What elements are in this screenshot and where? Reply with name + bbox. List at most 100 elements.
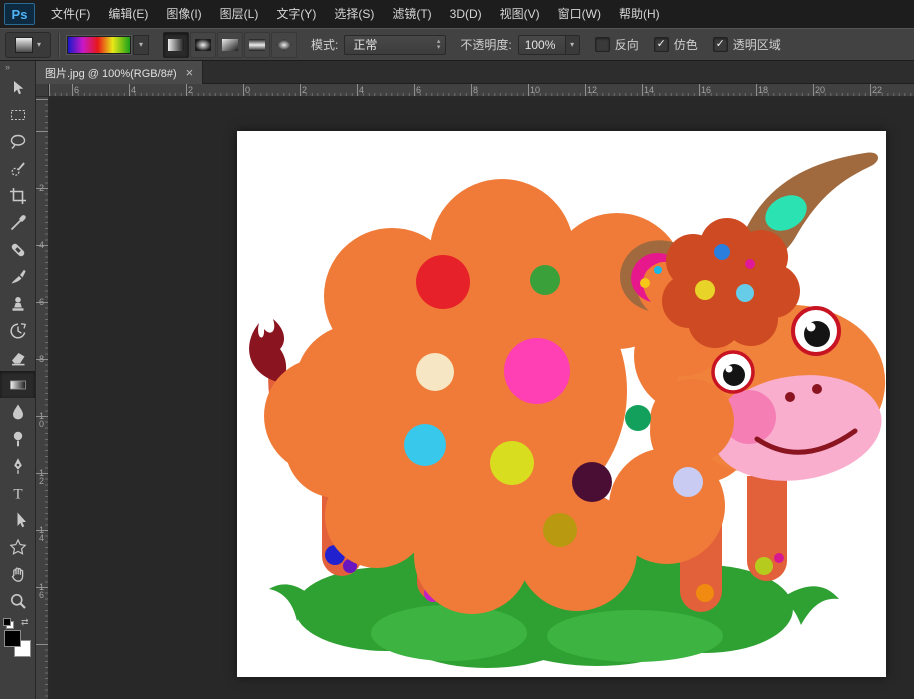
canvas-image[interactable] [237,131,886,677]
lasso-tool-icon [10,134,25,149]
path-selection-tool[interactable] [0,506,35,533]
checkbox-label: 透明区域 [732,38,781,52]
hand-tool[interactable] [0,560,35,587]
polka-dot [504,338,570,404]
checkbox-label: 反向 [614,38,639,52]
menu-item[interactable]: 编辑(E) [99,0,157,28]
linear-gradient-button[interactable] [163,31,189,58]
ruler-label: 2 [302,85,308,95]
horizontal-ruler[interactable]: 6 4 2 0 2 4 6 8 10 12 14 16 18 20 22 [36,84,914,97]
foreground-color-swatch[interactable] [4,630,21,647]
custom-shape-tool[interactable] [0,533,35,560]
gradient-preview[interactable] [66,34,132,55]
zoom-tool-icon [10,593,26,609]
opacity-dropdown-arrow[interactable]: ▾ [565,34,580,55]
ruler-label: 22 [872,85,883,95]
clone-stamp-tool-icon [12,296,23,311]
checkbox-option[interactable]: ✓ 仿色 [653,36,698,53]
history-brush-tool[interactable] [0,317,35,344]
polka-dot [755,557,773,575]
polka-dot [530,265,560,295]
rectangular-marquee-tool[interactable] [0,101,35,128]
ruler-label: 4 [359,85,365,95]
menu-item[interactable]: 视图(V) [491,0,549,28]
zoom-tool[interactable] [0,587,35,614]
artwork-svg [237,131,886,677]
default-colors-icon[interactable] [3,618,14,629]
document-tab-bar: 图片.jpg @ 100%(RGB/8#) × [36,61,914,84]
reflected-gradient-button[interactable] [244,31,270,58]
spot-healing-brush-tool[interactable] [0,236,35,263]
close-icon[interactable]: × [186,66,194,79]
ruler-label: 10 [530,85,541,95]
polka-dot [696,584,714,602]
quick-selection-tool[interactable] [0,155,35,182]
ruler-label: 2 [39,183,45,193]
chevron-down-icon: ▾ [570,39,575,49]
clone-stamp-tool[interactable] [0,290,35,317]
collapse-panel-button[interactable]: » [0,61,35,74]
menu-item[interactable]: 滤镜(T) [383,0,440,28]
menu-item[interactable]: 选择(S) [325,0,383,28]
brush-tool[interactable] [0,263,35,290]
tool-preset-picker[interactable]: ▾ [5,31,51,58]
menu-item[interactable]: 帮助(H) [610,0,669,28]
lasso-tool[interactable] [0,128,35,155]
checkbox-unchecked[interactable] [594,37,610,52]
eyedropper-tool[interactable] [0,209,35,236]
gradient-type-buttons [163,31,297,58]
chevron-down-icon: ▾ [36,39,41,49]
crop-tool-icon [9,187,26,204]
polka-dot [490,441,534,485]
checkbox-option[interactable]: ✓ 透明区域 [712,36,781,53]
gradient-picker[interactable]: ▾ [66,34,149,55]
ruler-label: 6 [74,85,80,95]
gradient-picker-arrow[interactable]: ▾ [133,34,149,55]
menu-item[interactable]: 文件(F) [42,0,99,28]
polka-dot [736,284,754,302]
mode-label: 模式: [311,38,339,52]
blend-mode-dropdown[interactable]: 正常 ▴ ▾ [344,34,447,55]
menu-bar: Ps 文件(F) 编辑(E) 图像(I) 图层(L) 文字(Y) 选择(S) 滤镜(T) 3D… [0,0,914,28]
path-selection-tool-icon [17,512,26,527]
swap-colors-icon[interactable]: ⇄ [21,617,29,628]
options-bar: ▾ ▾ 模式: 正常 ▴ ▾ 不透明度: 100% ▾ 反向 ✓ 仿色 ✓ 透明区域 [0,28,914,61]
ruler-label: 4 [131,85,137,95]
angle-gradient-button[interactable] [217,31,243,58]
dodge-tool[interactable] [0,425,35,452]
ruler-label: 1 0 [39,411,45,429]
history-brush-tool-icon [9,322,26,338]
separator [58,32,60,57]
spinner-arrows-icon: ▴ ▾ [436,37,441,51]
checkbox-checked[interactable]: ✓ [653,37,669,52]
checkbox-option[interactable]: 反向 [594,36,639,53]
blur-tool[interactable] [0,398,35,425]
ruler-label: 4 [39,240,45,250]
menu-item[interactable]: 窗口(W) [549,0,610,28]
type-tool[interactable]: T [0,479,35,506]
pen-tool[interactable] [0,452,35,479]
diamond-gradient-button[interactable] [271,31,297,58]
tools-panel: » T ⇄ [0,61,36,699]
eyedropper-tool-icon [10,214,26,230]
polka-dot [572,462,612,502]
custom-shape-tool-icon [9,538,26,555]
checkbox-checked[interactable]: ✓ [712,37,728,52]
eraser-tool[interactable] [0,344,35,371]
menu-item[interactable]: 图层(L) [211,0,268,28]
crop-tool[interactable] [0,182,35,209]
polka-dot [695,280,715,300]
menu-bar-items: 文件(F) 编辑(E) 图像(I) 图层(L) 文字(Y) 选择(S) 滤镜(T) 3D(D)… [42,0,669,28]
vertical-ruler[interactable]: 2 4 6 8 1 0 1 2 1 4 1 6 [36,97,49,699]
document-tab[interactable]: 图片.jpg @ 100%(RGB/8#) × [36,61,204,84]
menu-item[interactable]: 3D(D) [441,0,491,28]
move-tool[interactable] [0,74,35,101]
opacity-field[interactable]: 100% [517,34,566,55]
gradient-tool[interactable] [0,371,35,398]
ruler-label: 18 [758,85,769,95]
ruler-label: 16 [701,85,712,95]
menu-item[interactable]: 文字(Y) [267,0,325,28]
polka-dot [625,405,651,431]
radial-gradient-button[interactable] [190,31,216,58]
menu-item[interactable]: 图像(I) [157,0,210,28]
